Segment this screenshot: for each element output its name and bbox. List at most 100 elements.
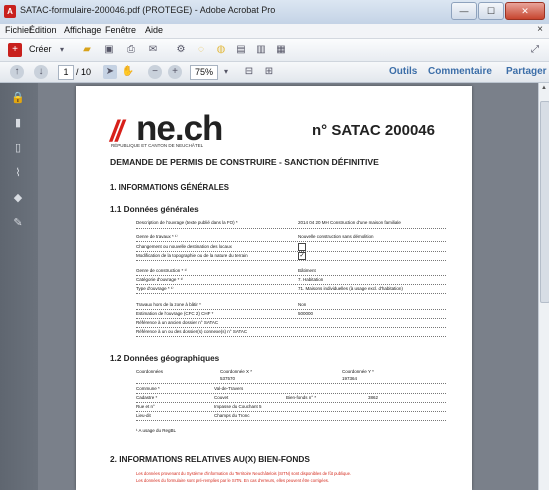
coord-y-value: 197364	[342, 376, 358, 381]
page-total: / 10	[76, 67, 92, 77]
scrollbar-thumb[interactable]	[540, 101, 549, 303]
zoom-out-icon[interactable]: −	[148, 65, 162, 79]
maximize-button[interactable]: ☐	[478, 2, 504, 20]
tab-outils[interactable]: Outils	[389, 66, 417, 77]
divider	[136, 241, 446, 242]
signature-icon[interactable]: ✎	[11, 216, 25, 230]
page-number-input[interactable]: 1	[58, 65, 74, 80]
divider	[136, 275, 446, 276]
row-label: Genre de construction * ¹⁾	[136, 268, 188, 273]
title-bar: A SATAC-formulaire-200046.pdf (PROTEGE) …	[0, 0, 549, 25]
hand-tool-icon[interactable]: ✋	[121, 65, 135, 79]
select-tool-icon[interactable]: ➤	[103, 65, 117, 79]
zoom-dropdown-icon[interactable]: ▾	[219, 65, 233, 79]
divider	[136, 284, 446, 285]
acrobat-icon: A	[4, 5, 16, 18]
checkbox-changement[interactable]	[298, 243, 306, 251]
bienfonds-label: Bien-fonds n° *	[286, 395, 317, 400]
row-label: Référence à un ou des dossier(s) connexe…	[136, 329, 248, 334]
navigation-pane: 🔒 ▮ ▯ ⌇ ◆ ✎	[0, 83, 38, 490]
footnote: ¹ A usage du RegBL	[136, 428, 177, 433]
print-icon[interactable]: ⎙	[124, 43, 138, 57]
divider	[136, 309, 446, 310]
row-label: Rue et n°	[136, 404, 155, 409]
divider	[136, 318, 446, 319]
row-label: Commune *	[136, 386, 160, 391]
menu-aide[interactable]: Aide	[145, 25, 163, 35]
pages-icon[interactable]: ▮	[11, 116, 25, 130]
full-screen-icon[interactable]: ⊞	[262, 65, 276, 79]
create-button[interactable]: Créer	[29, 44, 52, 54]
create-icon[interactable]: +	[8, 43, 22, 57]
row-label: Travaux hors de la zone à bâtir *	[136, 302, 201, 307]
row-label: Description de l'ouvrage (texte publié d…	[136, 220, 238, 225]
info-note: Les données provenant du Système d'infor…	[136, 471, 352, 476]
page-heading: DEMANDE DE PERMIS DE CONSTRUIRE - SANCTI…	[110, 157, 379, 167]
row-label: Estimation de l'ouvrage (CFC 2) CHF *	[136, 311, 214, 316]
row-value: Nouvelle construction sans démolition	[298, 234, 374, 239]
comment-icon[interactable]: ◌	[194, 43, 208, 57]
divider	[136, 383, 446, 384]
fit-page-icon[interactable]: ⊟	[242, 65, 256, 79]
menu-edition[interactable]: Édition	[29, 25, 57, 35]
checkbox-topographie[interactable]: ✓	[298, 252, 306, 260]
document-icon[interactable]: ▤	[234, 43, 248, 57]
close-document-icon[interactable]: ×	[537, 24, 543, 35]
vertical-scrollbar[interactable]: ▲	[538, 83, 549, 490]
row-value: Non	[298, 302, 307, 307]
row-value: 500000	[298, 311, 314, 316]
mail-icon[interactable]: ✉	[146, 43, 160, 57]
divider	[136, 393, 446, 394]
subsection-1-1-title: 1.1 Données générales	[110, 205, 199, 214]
expand-icon[interactable]: ⤢	[528, 43, 542, 57]
menu-bar: Fichier Édition Affichage Fenêtre Aide ×	[0, 24, 549, 39]
divider	[136, 336, 446, 337]
section-1-title: 1. INFORMATIONS GÉNÉRALES	[110, 183, 229, 192]
close-button[interactable]: ✕	[505, 2, 545, 20]
row-label: Cadastre *	[136, 395, 158, 400]
divider	[136, 228, 446, 229]
row-label: Modification de la topographie ou de la …	[136, 253, 248, 258]
settings-icon[interactable]: ⚙	[174, 43, 188, 57]
section-2-title: 2. INFORMATIONS RELATIVES AU(X) BIEN-FON…	[110, 454, 310, 464]
menu-affichage[interactable]: Affichage	[64, 25, 101, 35]
lock-icon[interactable]: 🔒	[11, 91, 25, 105]
divider	[136, 251, 446, 252]
folder-icon[interactable]: ▰	[80, 43, 94, 57]
row-label: Genre de travaux * ¹⁾	[136, 234, 178, 239]
divider	[136, 327, 446, 328]
zoom-in-icon[interactable]: +	[168, 65, 182, 79]
attachment-icon[interactable]: ⌇	[11, 166, 25, 180]
bookmark-icon[interactable]: ▯	[11, 141, 25, 155]
divider	[136, 260, 446, 261]
zoom-input[interactable]: 75%	[190, 65, 218, 80]
coord-label: Coordonnées	[136, 369, 164, 374]
chevron-down-icon[interactable]: ▾	[55, 43, 69, 57]
layers-icon[interactable]: ◆	[11, 191, 25, 205]
next-page-icon[interactable]: ↓	[34, 65, 48, 79]
previous-page-icon[interactable]: ↑	[10, 65, 24, 79]
export-icon[interactable]: ▦	[274, 43, 288, 57]
info-note: Les données du formulaire sont pré-rempl…	[136, 478, 330, 483]
tab-partager[interactable]: Partager	[506, 66, 547, 77]
save-icon[interactable]: ▣	[102, 43, 116, 57]
divider	[136, 411, 446, 412]
share-icon[interactable]: ▥	[254, 43, 268, 57]
scroll-up-icon[interactable]: ▲	[541, 85, 547, 91]
row-value: 7. Habitation	[298, 277, 324, 282]
navigation-toolbar: ↑ ↓ 1 / 10 ➤ ✋ − + 75% ▾ ⊟ ⊞ Outils Comm…	[0, 62, 549, 83]
row-value: Champs du Tronc	[214, 413, 250, 418]
pdf-page: // ne.ch RÉPUBLIQUE ET CANTON DE NEUCHÂT…	[76, 86, 472, 490]
window-controls: — ☐ ✕	[451, 2, 545, 20]
tab-commentaire[interactable]: Commentaire	[428, 66, 492, 77]
comments-icon[interactable]: ◍	[214, 43, 228, 57]
row-value: Val-de-Travers	[214, 386, 244, 391]
minimize-button[interactable]: —	[451, 2, 477, 20]
menu-fichier[interactable]: Fichier	[5, 25, 32, 35]
row-value: Couvet	[214, 395, 229, 400]
row-label: Changement ou nouvelle destination des l…	[136, 244, 232, 249]
window-title: SATAC-formulaire-200046.pdf (PROTEGE) - …	[20, 5, 276, 15]
row-label: Catégorie d'ouvrage * ¹⁾	[136, 277, 184, 282]
menu-fenetre[interactable]: Fenêtre	[105, 25, 136, 35]
logo-subtitle: RÉPUBLIQUE ET CANTON DE NEUCHÂTEL	[111, 143, 204, 148]
